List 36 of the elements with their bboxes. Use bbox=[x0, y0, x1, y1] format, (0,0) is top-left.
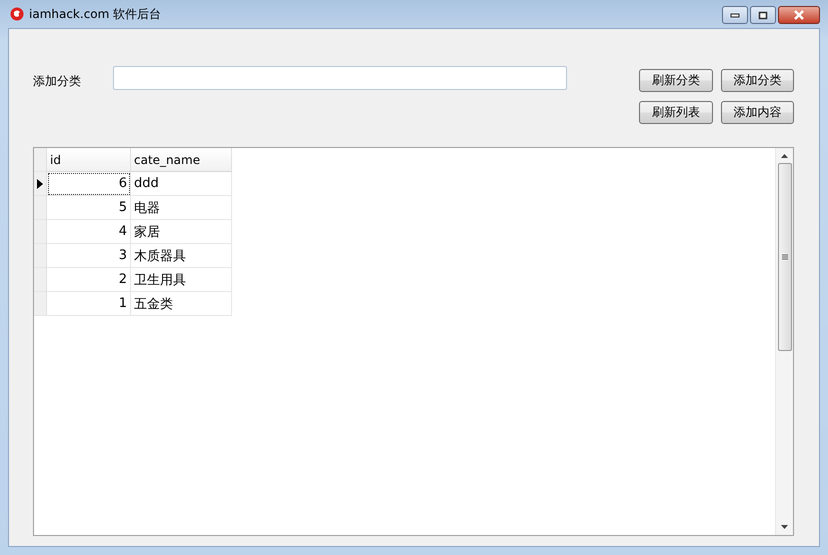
table-cell: 6 bbox=[47, 172, 131, 196]
close-button[interactable] bbox=[778, 6, 820, 24]
row-header[interactable] bbox=[34, 172, 47, 196]
category-input[interactable] bbox=[113, 66, 567, 90]
table-cell: 电器 bbox=[131, 196, 232, 220]
action-button[interactable]: 添加分类 bbox=[721, 69, 794, 92]
table-cell: 木质器具 bbox=[131, 244, 232, 268]
table-cell: 卫生用具 bbox=[131, 268, 232, 292]
current-row-icon bbox=[37, 178, 43, 188]
scrollbar[interactable] bbox=[775, 148, 793, 535]
table-cell: 3 bbox=[47, 244, 131, 268]
table-cell: 4 bbox=[47, 220, 131, 244]
category-label: 添加分类 bbox=[33, 73, 82, 90]
table-cell: 1 bbox=[47, 292, 131, 316]
app-icon bbox=[10, 7, 24, 21]
scrollbar-thumb[interactable] bbox=[778, 163, 792, 351]
table-cell: ddd bbox=[131, 172, 232, 196]
scroll-down-icon bbox=[781, 525, 788, 529]
table-cell: 5 bbox=[47, 196, 131, 220]
maximize-button[interactable] bbox=[750, 6, 776, 24]
action-button[interactable]: 添加内容 bbox=[721, 101, 794, 124]
action-button[interactable]: 刷新列表 bbox=[639, 101, 713, 124]
column-header[interactable]: id bbox=[47, 148, 131, 172]
table-cell: 家居 bbox=[131, 220, 232, 244]
close-icon bbox=[793, 10, 805, 20]
table-cell: 五金类 bbox=[131, 292, 232, 316]
minimize-icon bbox=[730, 12, 740, 18]
column-header[interactable]: cate_name bbox=[131, 148, 232, 172]
minimize-button[interactable] bbox=[722, 6, 748, 24]
grip-icon bbox=[782, 254, 788, 260]
scroll-up-icon bbox=[781, 154, 788, 158]
window-title: iamhack.com 软件后台 bbox=[29, 6, 162, 22]
row-header bbox=[34, 148, 47, 172]
maximize-icon bbox=[758, 10, 768, 20]
table-cell: 2 bbox=[47, 268, 131, 292]
action-button[interactable]: 刷新分类 bbox=[639, 69, 713, 92]
